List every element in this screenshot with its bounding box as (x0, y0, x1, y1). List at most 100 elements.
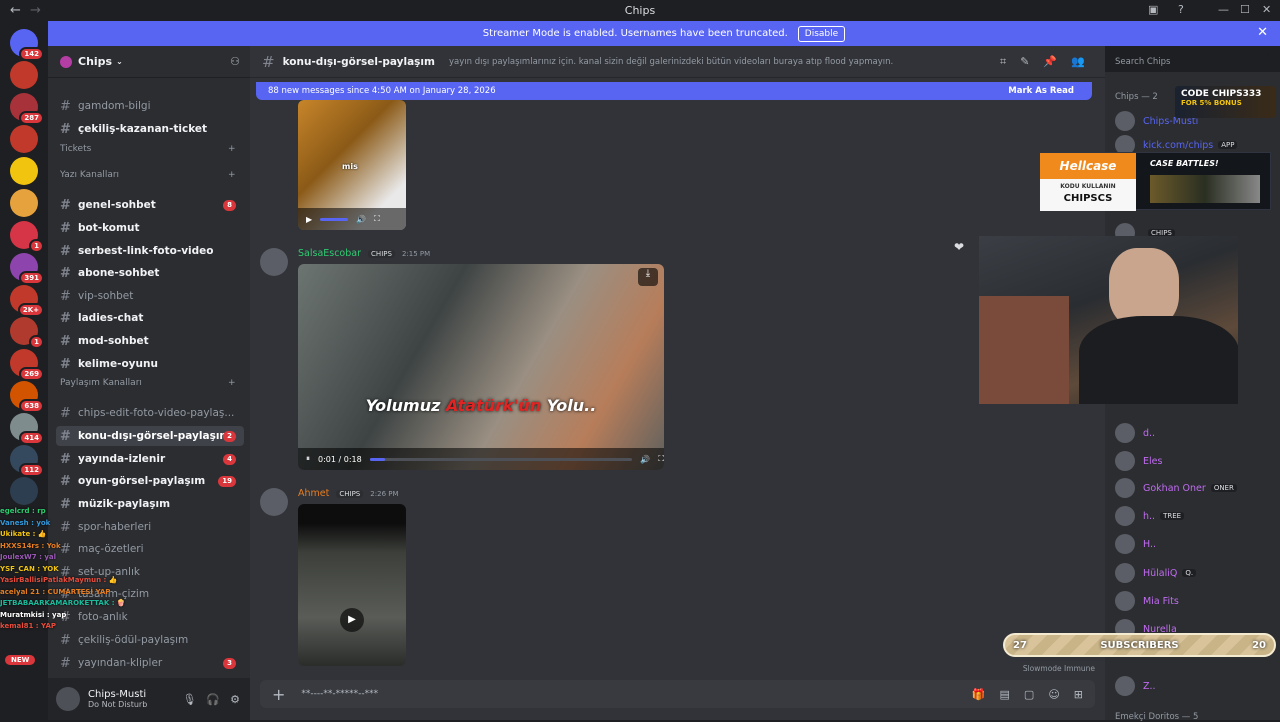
threads-icon[interactable]: ⌗ (1000, 55, 1006, 69)
message-author[interactable]: Ahmet (298, 488, 329, 499)
progress-bar[interactable] (369, 457, 633, 461)
server-icon[interactable]: 1 (10, 317, 44, 349)
apps-icon[interactable]: ⊞ (1074, 688, 1083, 701)
server-badge: 269 (19, 367, 44, 381)
server-icon[interactable]: 391 (10, 253, 44, 285)
overlay-chat-line: kemal81 : YAP (0, 622, 56, 630)
pause-icon[interactable]: ⏸ (306, 454, 310, 464)
channel-item[interactable]: # bot-komut (56, 218, 244, 238)
channel-item[interactable]: # çekiliş-kazanan-ticket (56, 119, 244, 139)
server-icon[interactable]: 414 (10, 413, 44, 445)
channel-item[interactable]: # konu-dışı-görsel-paylaşım 2 (56, 426, 244, 446)
member-item[interactable]: HülaliQ Q. (1115, 562, 1275, 584)
disable-streamer-mode-button[interactable]: Disable (797, 25, 846, 42)
category-label: Paylaşım Kanalları (60, 378, 142, 388)
pin-icon[interactable]: 📌 (1043, 55, 1057, 69)
promo-code-box: CODE CHIPS333 FOR 5% BONUS (1175, 86, 1275, 118)
avatar[interactable] (56, 687, 80, 711)
fullscreen-icon[interactable]: ⛶ (374, 214, 380, 224)
video-attachment[interactable]: mis ▶ 🔊 ⛶ (298, 100, 406, 230)
notification-bell-icon[interactable]: ✎ (1020, 55, 1029, 69)
channel-item[interactable]: # yayında-izlenir 4 (56, 449, 244, 469)
channel-item[interactable]: # kelime-oyunu (56, 354, 244, 374)
channel-item[interactable]: # ladies-chat (56, 308, 244, 328)
channel-item[interactable]: # vip-sohbet (56, 286, 244, 306)
server-icon[interactable]: 638 (10, 381, 44, 413)
server-icon[interactable]: 2K+ (10, 285, 44, 317)
member-tag: ONER (1210, 484, 1237, 492)
avatar[interactable] (260, 488, 288, 516)
composer-input[interactable]: **----**-*****--*** (301, 689, 378, 699)
headphones-icon[interactable]: 🎧 (206, 693, 220, 706)
member-item[interactable]: h.. TREE (1115, 505, 1275, 527)
mark-as-read-button[interactable]: Mark As Read (1008, 86, 1074, 96)
member-item[interactable]: Mia Fits (1115, 590, 1275, 612)
search-input[interactable]: Search Chips (1110, 53, 1270, 71)
member-item[interactable]: H.. (1115, 533, 1275, 555)
server-icon[interactable] (10, 125, 38, 153)
inbox-icon[interactable]: ▣ (1148, 3, 1158, 16)
play-icon[interactable]: ▶ (306, 215, 312, 224)
member-item[interactable]: Gokhan Oner ONER (1115, 477, 1275, 499)
avatar (1115, 506, 1135, 526)
channel-item[interactable]: # yayından-klipler 3 (56, 653, 244, 673)
download-icon[interactable]: ⤓ (638, 268, 658, 286)
server-icon[interactable]: 112 (10, 445, 44, 477)
server-icon[interactable] (10, 61, 38, 89)
message-author[interactable]: SalsaEscobar (298, 248, 361, 259)
play-icon[interactable]: ▶ (340, 608, 364, 632)
member-item[interactable]: d.. (1115, 422, 1275, 444)
maximize-icon[interactable]: ☐ (1240, 3, 1250, 16)
channel-item[interactable]: # oyun-görsel-paylaşım 19 (56, 471, 244, 491)
member-item[interactable]: Eles (1115, 450, 1275, 472)
emoji-icon[interactable]: ☺ (1048, 688, 1059, 701)
guild-header[interactable]: Chips ⌄ ⚇ (48, 46, 250, 78)
channel-item[interactable]: # chips-edit-foto-video-paylaş... (56, 403, 244, 423)
channel-topic[interactable]: yayın dışı paylaşımlarınız için. kanal s… (449, 57, 893, 67)
minimize-icon[interactable]: — (1218, 3, 1229, 16)
channel-item[interactable]: # mod-sohbet (56, 331, 244, 351)
channel-item[interactable]: # gamdom-bilgi (56, 96, 244, 116)
add-channel-icon[interactable]: + (228, 144, 236, 154)
server-icon[interactable] (10, 157, 38, 185)
settings-gear-icon[interactable]: ⚙ (230, 693, 240, 706)
server-icon[interactable]: 1 (10, 221, 44, 253)
message-composer[interactable]: + **----**-*****--*** 🎁 ▤ ▢ ☺ ⊞ (260, 680, 1095, 708)
add-friend-icon[interactable]: ⚇ (230, 55, 240, 68)
overlay-chat-line: Muratmkisi : yap (0, 610, 67, 619)
fullscreen-icon[interactable]: ⛶ (658, 454, 664, 464)
server-icon[interactable]: 287 (10, 93, 44, 125)
server-icon[interactable]: 142 (10, 29, 44, 61)
new-messages-bar[interactable]: 88 new messages since 4:50 AM on January… (256, 82, 1092, 100)
close-window-icon[interactable]: ✕ (1262, 3, 1271, 16)
member-list-icon[interactable]: 👥 (1071, 55, 1085, 69)
volume-icon[interactable]: 🔊 (640, 455, 650, 464)
channel-item[interactable]: # serbest-link-foto-video (56, 241, 244, 261)
add-channel-icon[interactable]: + (228, 378, 236, 388)
video-attachment[interactable]: ⤓ Yolumuz Atatürk'ün Yolu.. ⏸ 0:01 / 0:1… (298, 264, 664, 470)
server-icon[interactable]: 269 (10, 349, 44, 381)
avatar[interactable] (260, 248, 288, 276)
reaction-heart-icon[interactable]: ❤ (954, 240, 964, 254)
streamer-mode-banner: Streamer Mode is enabled. Usernames have… (48, 21, 1280, 46)
channel-item[interactable]: # abone-sohbet (56, 263, 244, 283)
server-icon[interactable] (10, 477, 38, 505)
close-banner-icon[interactable]: ✕ (1257, 25, 1268, 40)
subtitle-part: Yolumuz (365, 396, 446, 415)
volume-bar[interactable] (320, 217, 349, 221)
sticker-icon[interactable]: ▢ (1024, 688, 1034, 701)
member-item[interactable]: Z.. (1115, 675, 1275, 697)
help-icon[interactable]: ? (1178, 3, 1184, 16)
gif-icon[interactable]: ▤ (1000, 688, 1010, 701)
category-text-channels[interactable]: Yazı Kanalları + (60, 170, 236, 180)
video-attachment[interactable]: ▶ (298, 504, 406, 666)
volume-icon[interactable]: 🔊 (356, 215, 366, 224)
channel-item[interactable]: # genel-sohbet 8 (56, 195, 244, 215)
add-channel-icon[interactable]: + (228, 170, 236, 180)
add-attachment-icon[interactable]: + (272, 685, 285, 704)
gift-icon[interactable]: 🎁 (972, 688, 986, 701)
category-share-channels[interactable]: Paylaşım Kanalları + (60, 378, 236, 388)
category-tickets[interactable]: Tickets + (60, 144, 236, 154)
server-icon[interactable] (10, 189, 38, 217)
microphone-icon[interactable]: 🎙 (182, 693, 196, 706)
